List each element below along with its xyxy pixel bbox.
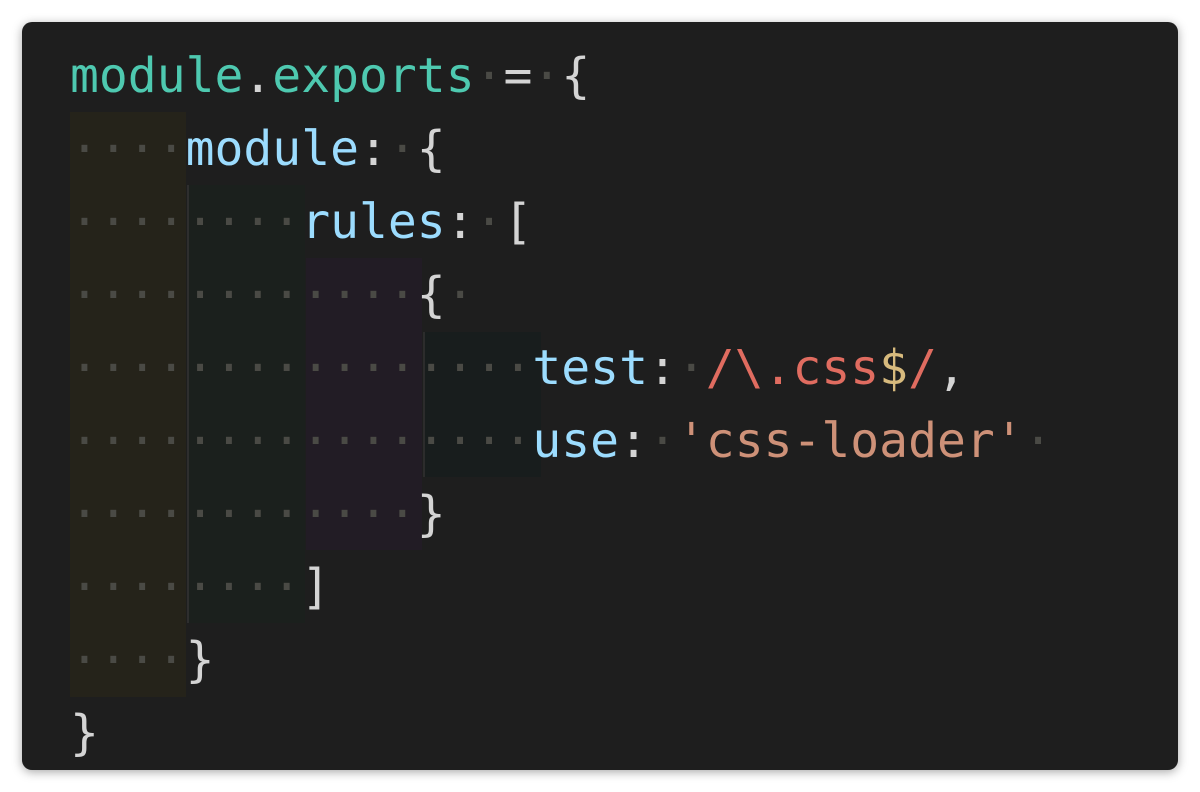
- code-screenshot-frame: module.exports·=·{ ····module:·{ ·······…: [22, 22, 1178, 770]
- token-obj: module: [70, 48, 244, 104]
- token-punc: =: [503, 48, 533, 104]
- token-obj: exports: [272, 48, 475, 104]
- token-regex: /: [908, 340, 937, 396]
- token-regex: /\.css: [705, 340, 880, 396]
- token-punc: :: [445, 194, 475, 250]
- token-ws: ·: [1023, 413, 1053, 469]
- code-line-9: ····}: [70, 624, 215, 696]
- code-line-4: ············{·: [70, 259, 475, 331]
- token-regex-esc: $: [879, 340, 909, 396]
- code-line-7: ············}: [70, 478, 446, 550]
- code-line-1: module.exports·=·{: [70, 40, 590, 112]
- token-punc: :: [647, 340, 677, 396]
- token-punc: :: [358, 121, 388, 177]
- token-punc: ,: [936, 340, 966, 396]
- code-line-3: ········rules:·[: [70, 186, 532, 258]
- indent-whitespace: ····: [70, 632, 186, 688]
- token-punc: }: [185, 632, 215, 688]
- indent-whitespace: ····: [70, 121, 186, 177]
- token-punc: }: [416, 486, 446, 542]
- indent-whitespace: ················: [70, 413, 533, 469]
- code-line-10: }: [70, 697, 99, 769]
- token-punc: [: [503, 194, 533, 250]
- token-punc: {: [416, 267, 446, 323]
- token-punc: :: [619, 413, 648, 469]
- token-punc: {: [561, 48, 591, 104]
- token-ws: ·: [474, 48, 504, 104]
- token-ws: ·: [387, 121, 417, 177]
- token-ws: ·: [532, 48, 562, 104]
- code-line-8: ········]: [70, 551, 330, 623]
- code-editor[interactable]: module.exports·=·{ ····module:·{ ·······…: [22, 22, 1178, 770]
- token-ws: ·: [474, 194, 504, 250]
- code-line-5: ················test:·/\.css$/,: [70, 332, 966, 404]
- token-ws: ·: [647, 413, 677, 469]
- token-ws: ·: [445, 267, 475, 323]
- token-punc: }: [70, 705, 99, 761]
- token-punc: {: [416, 121, 446, 177]
- code-line-6: ················use:·'css-loader'·: [70, 405, 1053, 477]
- indent-whitespace: ················: [70, 340, 533, 396]
- token-punc: .: [243, 48, 273, 104]
- code-line-2: ····module:·{: [70, 113, 446, 185]
- indent-whitespace: ············: [70, 486, 417, 542]
- token-prop: rules: [301, 194, 446, 250]
- token-prop: use: [532, 413, 620, 469]
- indent-whitespace: ········: [70, 194, 302, 250]
- token-prop: module: [185, 121, 359, 177]
- token-ws: ·: [676, 340, 706, 396]
- token-punc: ]: [301, 559, 331, 615]
- indent-whitespace: ········: [70, 559, 302, 615]
- indent-whitespace: ············: [70, 267, 417, 323]
- token-prop: test: [532, 340, 648, 396]
- token-str: 'css-loader': [676, 413, 1024, 469]
